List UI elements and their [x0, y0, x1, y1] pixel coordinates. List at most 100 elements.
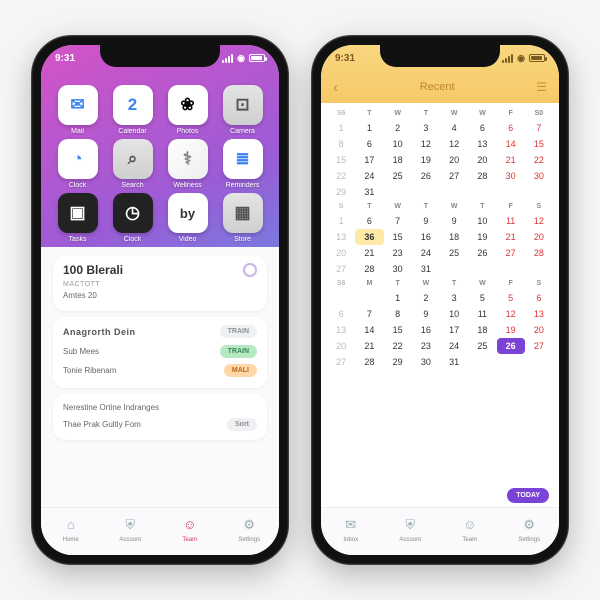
day-cell[interactable]: 20 — [525, 229, 553, 245]
day-cell[interactable]: 1 — [355, 120, 383, 136]
day-cell[interactable]: 2 — [412, 290, 440, 306]
day-cell[interactable]: 24 — [412, 245, 440, 261]
day-cell[interactable]: 14 — [497, 136, 525, 152]
day-cell[interactable]: 13 — [327, 322, 355, 338]
day-cell[interactable]: 7 — [525, 120, 553, 136]
day-cell[interactable]: 10 — [440, 306, 468, 322]
app-calendar[interactable]: 2Calendar — [110, 85, 155, 135]
day-cell[interactable]: 20 — [525, 322, 553, 338]
menu-icon[interactable]: ☰ — [536, 80, 547, 94]
day-cell[interactable]: 17 — [355, 152, 383, 168]
day-cell[interactable]: 17 — [440, 322, 468, 338]
day-cell[interactable]: 7 — [355, 306, 383, 322]
day-cell[interactable] — [468, 354, 496, 370]
day-cell[interactable]: 6 — [355, 213, 383, 229]
calendar-body[interactable]: S6TWTWWFS0112346678610121213141515171819… — [321, 103, 559, 507]
day-cell[interactable] — [327, 290, 355, 306]
day-cell[interactable]: 20 — [468, 152, 496, 168]
app-clock[interactable]: ◷Clock — [110, 193, 155, 243]
day-cell[interactable]: 29 — [384, 354, 412, 370]
day-cell[interactable]: 26 — [468, 245, 496, 261]
day-cell[interactable]: 6 — [468, 120, 496, 136]
day-cell[interactable]: 3 — [440, 290, 468, 306]
day-cell[interactable] — [468, 184, 496, 200]
day-cell[interactable]: 18 — [468, 322, 496, 338]
day-cell[interactable]: 28 — [525, 245, 553, 261]
widget-tasks[interactable]: Anagrorth Dein TRAIN Sub MeesTRAIN Tonie… — [53, 317, 267, 388]
day-cell[interactable]: 27 — [327, 261, 355, 277]
tab-inbox[interactable]: ✉Inbox — [321, 515, 381, 543]
day-cell[interactable]: 13 — [327, 229, 355, 245]
app-reminders[interactable]: ≣Reminders — [220, 139, 265, 189]
day-cell[interactable]: 31 — [355, 184, 383, 200]
day-cell[interactable]: 21 — [355, 338, 383, 354]
day-cell[interactable]: 7 — [384, 213, 412, 229]
app-photos[interactable]: ❀Photos — [165, 85, 210, 135]
day-cell[interactable]: 30 — [525, 168, 553, 184]
tab-team[interactable]: ☺Team — [440, 515, 500, 543]
day-cell[interactable]: 20 — [327, 338, 355, 354]
day-cell[interactable] — [412, 184, 440, 200]
day-cell[interactable] — [525, 354, 553, 370]
day-cell[interactable]: 30 — [412, 354, 440, 370]
day-cell[interactable]: 26 — [497, 338, 525, 354]
day-cell[interactable]: 6 — [497, 120, 525, 136]
day-cell[interactable] — [440, 261, 468, 277]
day-cell[interactable] — [525, 261, 553, 277]
day-cell[interactable]: 36 — [355, 229, 383, 245]
day-cell[interactable]: 1 — [327, 120, 355, 136]
day-cell[interactable]: 24 — [355, 168, 383, 184]
day-cell[interactable]: 16 — [412, 322, 440, 338]
day-cell[interactable]: 27 — [525, 338, 553, 354]
day-cell[interactable]: 1 — [384, 290, 412, 306]
day-cell[interactable]: 23 — [384, 245, 412, 261]
back-button[interactable]: ‹ — [333, 79, 338, 96]
day-cell[interactable]: 20 — [440, 152, 468, 168]
widget-list[interactable]: Nerestine Ortine Indranges Thae Prak Gul… — [53, 394, 267, 440]
day-cell[interactable]: 9 — [412, 306, 440, 322]
tab-settings[interactable]: ⚙Settings — [220, 515, 280, 543]
day-cell[interactable]: 10 — [468, 213, 496, 229]
day-cell[interactable]: 22 — [327, 168, 355, 184]
day-cell[interactable]: 30 — [497, 168, 525, 184]
status-chip[interactable]: MALI — [224, 364, 257, 377]
day-cell[interactable]: 15 — [384, 229, 412, 245]
day-cell[interactable]: 15 — [327, 152, 355, 168]
day-cell[interactable]: 27 — [327, 354, 355, 370]
day-cell[interactable]: 3 — [412, 120, 440, 136]
today-button[interactable]: TODAY — [507, 488, 549, 503]
day-cell[interactable] — [497, 354, 525, 370]
day-cell[interactable]: 6 — [355, 136, 383, 152]
day-cell[interactable]: 21 — [497, 152, 525, 168]
day-cell[interactable]: 9 — [440, 213, 468, 229]
sort-chip[interactable]: Sort — [227, 418, 257, 431]
day-cell[interactable] — [440, 184, 468, 200]
day-cell[interactable]: 18 — [440, 229, 468, 245]
day-cell[interactable]: 5 — [497, 290, 525, 306]
day-cell[interactable] — [497, 184, 525, 200]
day-cell[interactable]: 23 — [412, 338, 440, 354]
day-cell[interactable] — [384, 184, 412, 200]
day-cell[interactable]: 12 — [497, 306, 525, 322]
day-cell[interactable]: 22 — [384, 338, 412, 354]
day-cell[interactable]: 13 — [468, 136, 496, 152]
day-cell[interactable]: 31 — [412, 261, 440, 277]
day-cell[interactable]: 12 — [412, 136, 440, 152]
app-mail[interactable]: ✉Mail — [55, 85, 100, 135]
day-cell[interactable]: 18 — [384, 152, 412, 168]
day-cell[interactable]: 12 — [440, 136, 468, 152]
day-cell[interactable]: 8 — [327, 136, 355, 152]
day-cell[interactable]: 25 — [440, 245, 468, 261]
day-cell[interactable]: 11 — [497, 213, 525, 229]
day-cell[interactable]: 26 — [412, 168, 440, 184]
day-cell[interactable]: 6 — [327, 306, 355, 322]
day-cell[interactable]: 21 — [355, 245, 383, 261]
day-cell[interactable]: 27 — [497, 245, 525, 261]
day-cell[interactable]: 27 — [440, 168, 468, 184]
day-cell[interactable]: 31 — [440, 354, 468, 370]
day-cell[interactable]: 8 — [384, 306, 412, 322]
day-cell[interactable] — [497, 261, 525, 277]
day-cell[interactable]: 15 — [384, 322, 412, 338]
widget-summary[interactable]: 100 Blerali MACTOTT Amtes 20 — [53, 255, 267, 311]
day-cell[interactable]: 14 — [355, 322, 383, 338]
